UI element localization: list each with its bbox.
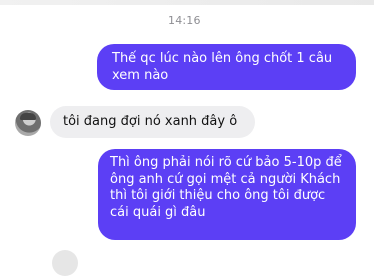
message-text: tôi đang đợi nó xanh đây ô xyxy=(63,114,238,129)
previous-message-edge xyxy=(0,0,374,5)
contact-avatar-partial[interactable] xyxy=(52,250,78,276)
incoming-message-bubble[interactable]: tôi đang đợi nó xanh đây ô xyxy=(50,106,255,138)
message-text: Thì ông phải nói rõ cứ bảo 5-10p để ông … xyxy=(110,155,342,220)
avatar-hat-icon xyxy=(20,113,36,120)
outgoing-message-bubble[interactable]: Thì ông phải nói rõ cứ bảo 5-10p để ông … xyxy=(98,149,356,240)
message-timestamp: 14:16 xyxy=(168,14,201,27)
contact-avatar[interactable] xyxy=(15,110,41,136)
message-text: Thế qc lúc nào lên ông chốt 1 câu xem nà… xyxy=(112,51,333,83)
outgoing-message-bubble[interactable]: Thế qc lúc nào lên ông chốt 1 câu xem nà… xyxy=(97,44,356,90)
